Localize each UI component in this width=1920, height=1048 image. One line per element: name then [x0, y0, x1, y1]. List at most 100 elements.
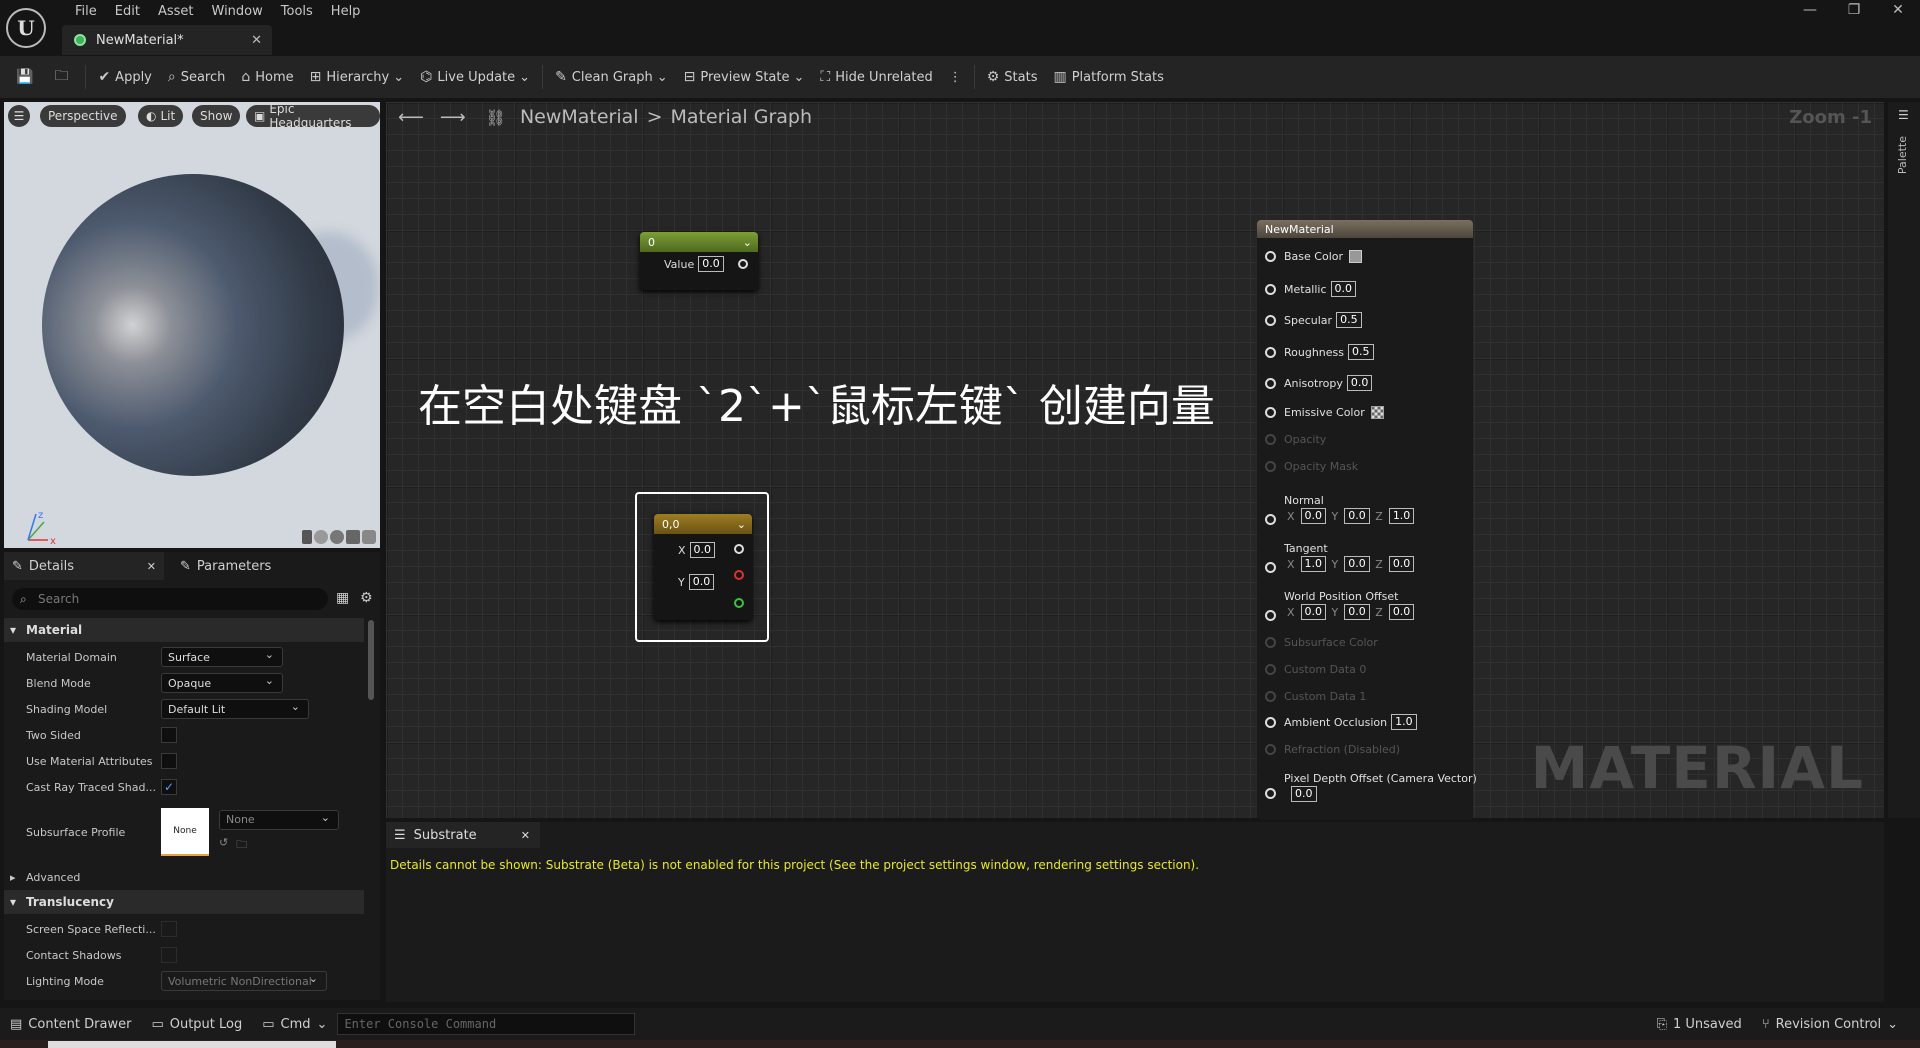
- restore-button[interactable]: ❐: [1832, 0, 1876, 18]
- input-pin[interactable]: [1265, 562, 1276, 573]
- input-pin[interactable]: [1265, 514, 1276, 525]
- tab-substrate[interactable]: ☰ Substrate ✕: [386, 822, 540, 848]
- console-input[interactable]: Enter Console Command: [337, 1013, 636, 1035]
- menu-edit[interactable]: Edit: [106, 2, 149, 21]
- menu-tools[interactable]: Tools: [272, 2, 322, 21]
- minimize-button[interactable]: —: [1788, 0, 1832, 18]
- subsurface-profile-thumbnail[interactable]: None: [161, 808, 209, 856]
- input-pin[interactable]: [1265, 346, 1276, 358]
- input-pin[interactable]: [1265, 377, 1276, 389]
- lit-button[interactable]: ◐ Lit: [138, 105, 184, 127]
- input-pin[interactable]: [1265, 251, 1276, 262]
- use-material-attributes-checkbox[interactable]: [161, 753, 177, 769]
- specular-field[interactable]: 0.5: [1336, 312, 1362, 328]
- normal-x-field[interactable]: 0.0: [1300, 508, 1327, 524]
- live-update-button[interactable]: ⌬ Live Update ⌄: [412, 61, 538, 93]
- output-pin[interactable]: [734, 544, 744, 554]
- tangent-y-field[interactable]: 0.0: [1344, 556, 1370, 572]
- input-roughness[interactable]: Roughness 0.5: [1265, 344, 1374, 360]
- back-arrow-icon[interactable]: ⟵: [398, 107, 424, 128]
- hide-unrelated-button[interactable]: ⛶ Hide Unrelated: [812, 61, 940, 93]
- contact-shadows-checkbox[interactable]: [161, 947, 177, 963]
- input-pin[interactable]: [1265, 283, 1276, 295]
- cube-icon[interactable]: [346, 530, 360, 544]
- wpo-z-field[interactable]: 0.0: [1388, 604, 1415, 620]
- plane-icon[interactable]: [330, 530, 344, 544]
- hierarchy-button[interactable]: ⊞ Hierarchy ⌄: [302, 61, 412, 93]
- normal-z-field[interactable]: 1.0: [1388, 508, 1415, 524]
- settings-gear-icon[interactable]: ⚙: [360, 590, 373, 606]
- subsurface-profile-dropdown[interactable]: None: [219, 809, 339, 830]
- document-tab[interactable]: NewMaterial* ✕: [62, 25, 272, 55]
- close-substrate-icon[interactable]: ✕: [521, 829, 530, 842]
- blend-mode-dropdown[interactable]: Opaque: [161, 673, 283, 693]
- material-graph-canvas[interactable]: ⟵ ⟶ ⛓ NewMaterial > Material Graph Zoom …: [386, 102, 1884, 818]
- pdo-field[interactable]: 0.0: [1291, 786, 1317, 802]
- revision-control-button[interactable]: ⑂ Revision Control ⌄: [1752, 1017, 1908, 1032]
- palette-sidebar[interactable]: ☰ Palette: [1888, 102, 1920, 818]
- cmd-dropdown[interactable]: ▭ Cmd ⌄: [252, 1017, 337, 1032]
- cylinder-icon[interactable]: [302, 530, 312, 544]
- output-pin-r[interactable]: [734, 570, 744, 580]
- vector2-node[interactable]: 0,0 ⌄ X 0.0 Y 0.0: [654, 514, 752, 620]
- lighting-mode-dropdown[interactable]: Volumetric NonDirectional: [161, 971, 327, 991]
- unsaved-button[interactable]: ⎘ 1 Unsaved: [1647, 1017, 1752, 1032]
- sphere-icon[interactable]: [314, 530, 328, 544]
- input-pin[interactable]: [1265, 716, 1276, 728]
- save-button[interactable]: 💾: [0, 61, 46, 93]
- teapot-icon[interactable]: [362, 530, 376, 544]
- input-ambient-occlusion[interactable]: Ambient Occlusion 1.0: [1265, 714, 1417, 730]
- clean-graph-button[interactable]: ✎ Clean Graph ⌄: [547, 61, 676, 93]
- table-view-icon[interactable]: ▦: [336, 590, 349, 606]
- cast-ray-traced-shadows-checkbox[interactable]: ✓: [161, 779, 177, 795]
- show-button[interactable]: Show: [192, 105, 241, 127]
- palette-tab-label[interactable]: Palette: [1896, 136, 1909, 174]
- content-drawer-button[interactable]: ▤ Content Drawer: [0, 1017, 141, 1032]
- close-details-icon[interactable]: ✕: [147, 560, 156, 573]
- y-field[interactable]: 0.0: [688, 574, 715, 590]
- details-scrollbar[interactable]: [368, 620, 374, 700]
- ao-field[interactable]: 1.0: [1391, 714, 1417, 730]
- tangent-z-field[interactable]: 0.0: [1388, 556, 1415, 572]
- stats-button[interactable]: ⚙ Stats: [979, 61, 1046, 93]
- shading-model-dropdown[interactable]: Default Lit: [161, 699, 309, 719]
- input-metallic[interactable]: Metallic 0.0: [1265, 281, 1357, 297]
- input-emissive-color[interactable]: Emissive Color: [1265, 406, 1384, 419]
- menu-window[interactable]: Window: [203, 2, 272, 21]
- unreal-logo-icon[interactable]: U: [6, 8, 46, 48]
- translucency-section-header[interactable]: ▾ Translucency: [4, 890, 364, 914]
- environment-button[interactable]: ▣ Epic Headquarters: [246, 102, 380, 130]
- normal-y-field[interactable]: 0.0: [1344, 508, 1370, 524]
- breadcrumb-root[interactable]: NewMaterial: [520, 106, 639, 128]
- anisotropy-field[interactable]: 0.0: [1346, 375, 1373, 391]
- menu-asset[interactable]: Asset: [149, 2, 203, 21]
- tab-parameters[interactable]: ✎ Parameters: [172, 552, 271, 580]
- input-pin[interactable]: [1265, 610, 1276, 621]
- palette-menu-icon[interactable]: ☰: [1898, 108, 1909, 122]
- input-anisotropy[interactable]: Anisotropy 0.0: [1265, 375, 1373, 391]
- roughness-field[interactable]: 0.5: [1348, 344, 1374, 360]
- perspective-button[interactable]: Perspective: [40, 105, 126, 127]
- browse-icon[interactable]: 🗀: [236, 836, 247, 855]
- input-pin[interactable]: [1265, 314, 1276, 326]
- forward-arrow-icon[interactable]: ⟶: [440, 107, 466, 128]
- input-specular[interactable]: Specular 0.5: [1265, 312, 1362, 328]
- input-base-color[interactable]: Base Color: [1265, 250, 1363, 263]
- close-window-button[interactable]: ✕: [1876, 0, 1920, 18]
- output-pin-g[interactable]: [734, 598, 744, 608]
- wpo-x-field[interactable]: 0.0: [1300, 604, 1327, 620]
- material-result-node[interactable]: NewMaterial Base Color Metallic 0.0 Specu…: [1257, 220, 1477, 820]
- constant-node[interactable]: 0 ⌄ Value 0.0: [640, 232, 758, 290]
- base-color-swatch[interactable]: [1349, 250, 1363, 263]
- browse-button[interactable]: 🗀: [46, 61, 81, 93]
- two-sided-checkbox[interactable]: [161, 727, 177, 743]
- viewport-menu-button[interactable]: ☰: [8, 105, 30, 127]
- breadcrumb-leaf[interactable]: Material Graph: [671, 106, 813, 128]
- apply-button[interactable]: ✔ Apply: [90, 61, 159, 93]
- collapse-chevron-icon[interactable]: ⌄: [737, 518, 746, 531]
- metallic-field[interactable]: 0.0: [1330, 281, 1357, 297]
- preview-viewport[interactable]: ☰ Perspective ◐ Lit Show ▣ Epic Headquarte…: [4, 102, 380, 548]
- collapse-chevron-icon[interactable]: ⌄: [743, 236, 752, 249]
- home-button[interactable]: ⌂ Home: [233, 61, 301, 93]
- input-pin[interactable]: [1265, 407, 1276, 418]
